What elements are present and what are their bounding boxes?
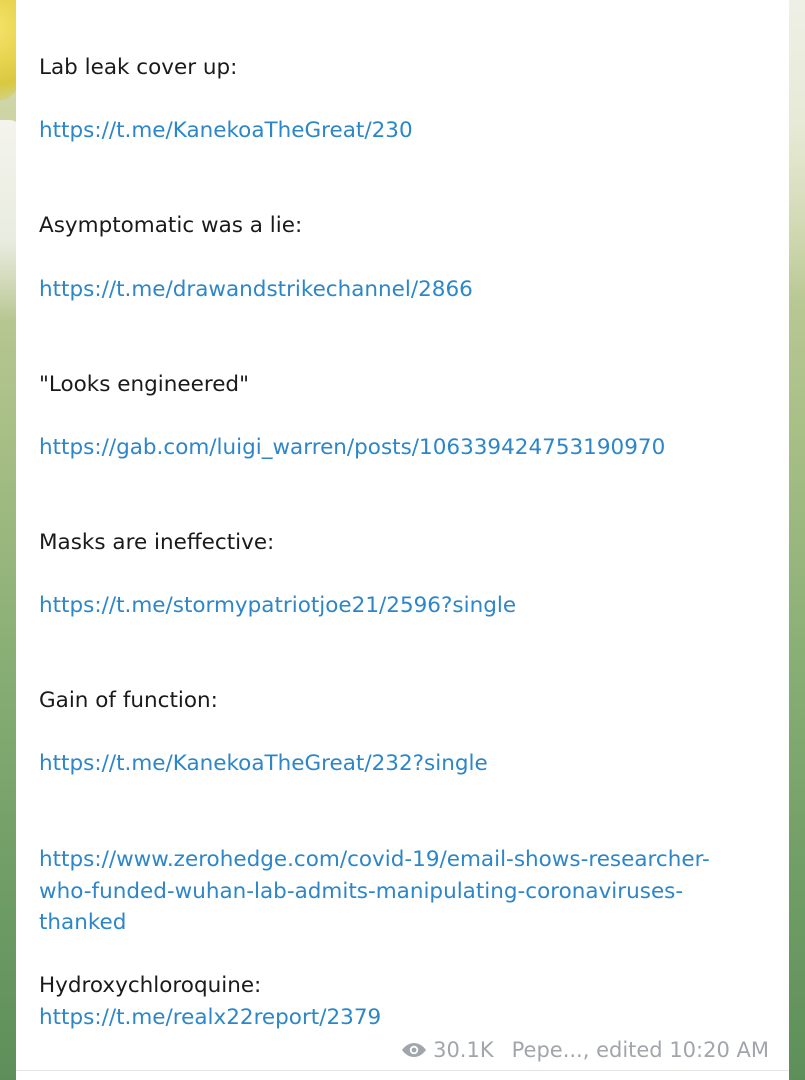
link-kanekoa-230[interactable]: https://t.me/KanekoaTheGreat/230 (39, 115, 413, 146)
message-meta: 30.1K Pepe..., edited 10:20 AM (401, 1035, 769, 1065)
message-bubble: Lab leak cover up: https://t.me/KanekoaT… (16, 0, 789, 1080)
link-zerohedge-line-3[interactable]: thanked (39, 907, 126, 938)
section-heading-looks-engineered: "Looks engineered" (39, 372, 249, 397)
section-heading-hydroxychloroquine: Hydroxychloroquine: (39, 973, 262, 998)
link-zerohedge-line-1[interactable]: https://www.zerohedge.com/covid-19/email… (39, 844, 710, 875)
author-and-time: Pepe..., edited 10:20 AM (511, 1038, 769, 1062)
link-stormypatriotjoe[interactable]: https://t.me/stormypatriotjoe21/2596?sin… (39, 590, 516, 621)
section-heading-masks: Masks are ineffective: (39, 530, 275, 555)
section-heading-lab-leak: Lab leak cover up: (39, 55, 238, 80)
section-heading-asymptomatic: Asymptomatic was a lie: (39, 213, 303, 238)
section-heading-gain-of-function: Gain of function: (39, 688, 218, 713)
eye-icon (402, 1043, 427, 1057)
divider (16, 1070, 789, 1071)
link-realx22report[interactable]: https://t.me/realx22report/2379 (39, 1002, 381, 1033)
link-gab-luigi-warren[interactable]: https://gab.com/luigi_warren/posts/10633… (39, 432, 665, 463)
link-zerohedge-line-2[interactable]: who-funded-wuhan-lab-admits-manipulating… (39, 876, 683, 907)
views-count: 30.1K (433, 1038, 494, 1062)
link-drawandstrike-2866[interactable]: https://t.me/drawandstrikechannel/2866 (39, 274, 473, 305)
link-kanekoa-232[interactable]: https://t.me/KanekoaTheGreat/232?single (39, 748, 488, 779)
